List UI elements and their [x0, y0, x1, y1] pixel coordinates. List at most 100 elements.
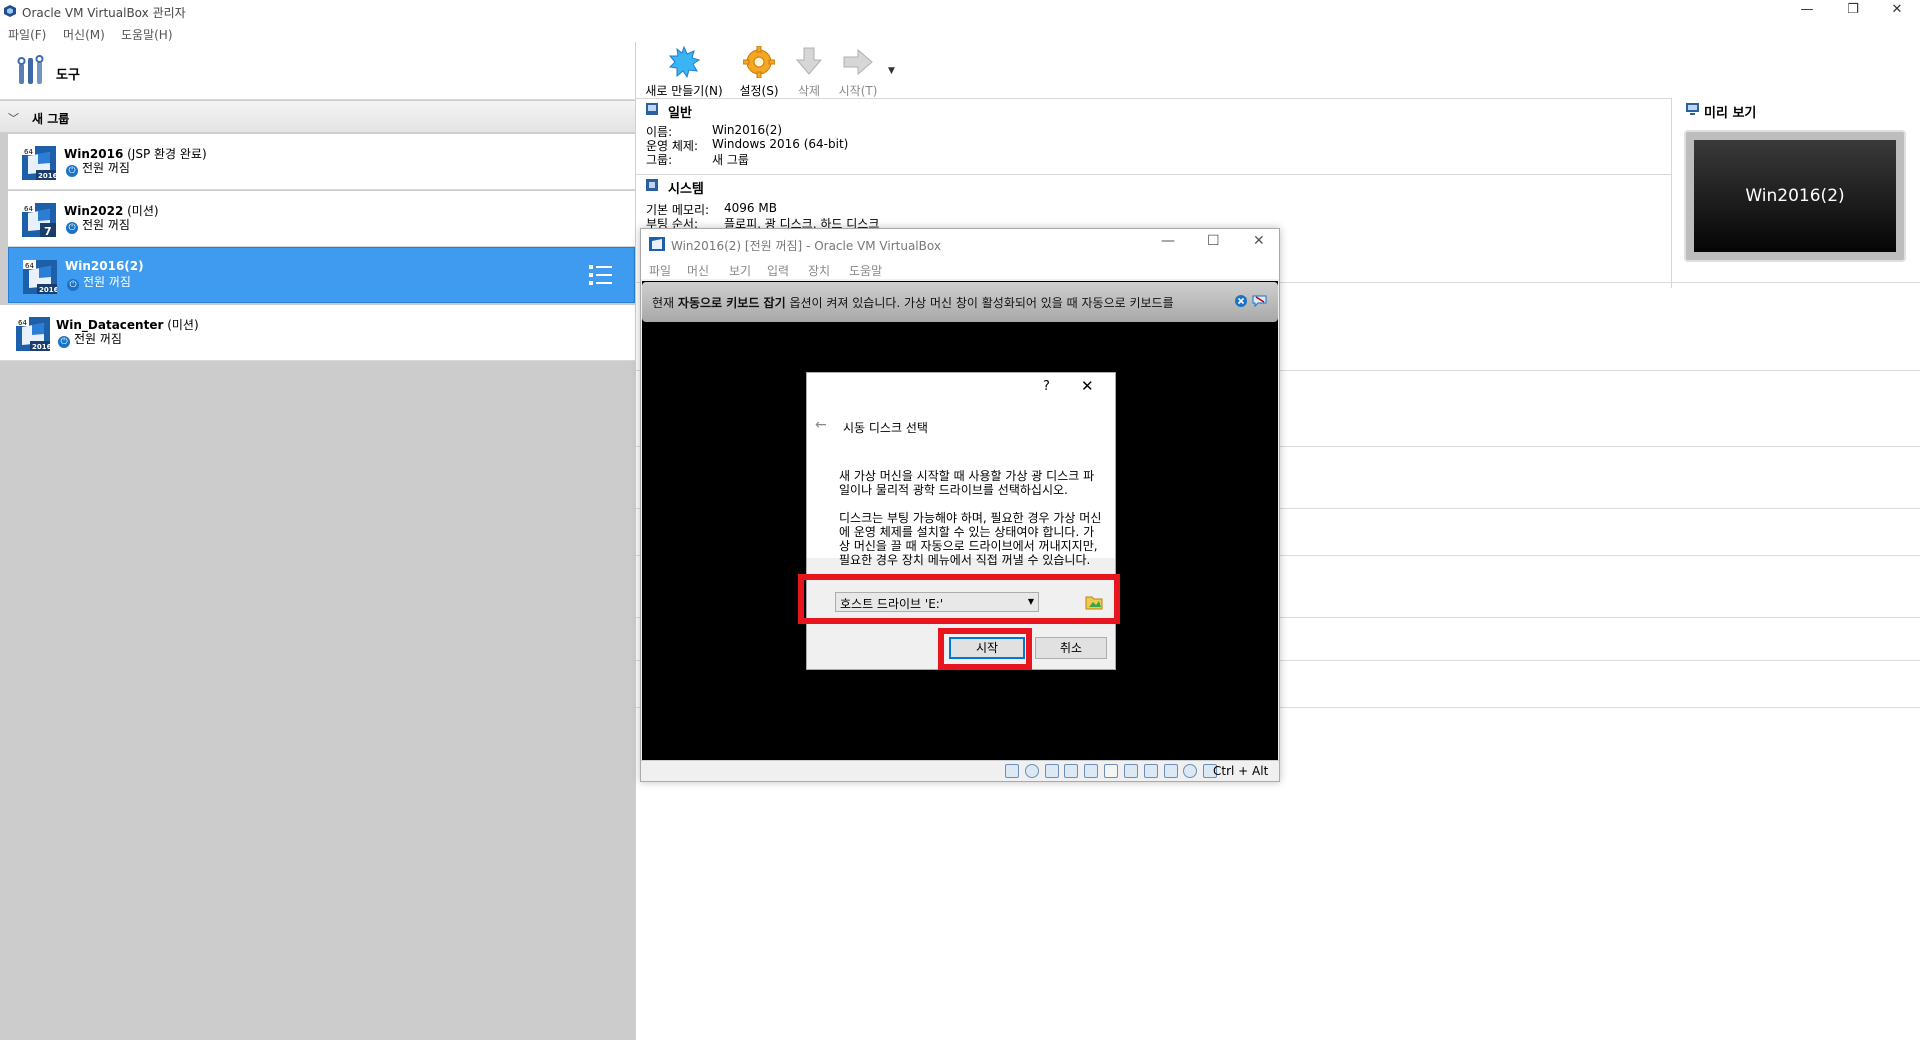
general-title: 일반	[668, 106, 692, 121]
highlight-disk-select-annotation	[798, 574, 1120, 624]
vm-menu-help[interactable]: 도움말	[849, 262, 882, 279]
delete-button[interactable]: 삭제	[792, 46, 826, 99]
vm-close-button[interactable]: ✕	[1253, 233, 1265, 249]
windows-os-icon: 64 2016	[23, 260, 57, 294]
svg-text:2016: 2016	[38, 172, 56, 180]
menu-file[interactable]: 파일(F)	[8, 26, 46, 43]
power-off-icon: ⏻	[66, 165, 78, 177]
dialog-cancel-button[interactable]: 취소	[1035, 637, 1107, 659]
display-icon[interactable]	[1123, 764, 1138, 778]
vm-state: ⏻ 전원 꺼짐	[66, 216, 130, 234]
arrow-right-icon	[843, 48, 873, 76]
vm-menu-input[interactable]: 입력	[767, 262, 789, 279]
help-button[interactable]: ?	[1043, 379, 1050, 394]
vm-minimize-button[interactable]: —	[1161, 233, 1175, 249]
new-vm-button[interactable]: 새로 만들기(N)	[642, 45, 726, 99]
restore-button[interactable]: ❐	[1830, 0, 1876, 22]
preview-screen-text: Win2016(2)	[1694, 140, 1896, 252]
dialog-paragraph-1: 새 가상 머신을 시작할 때 사용할 가상 광 디스크 파일이나 물리적 광학 …	[839, 469, 1095, 497]
vm-menu-view[interactable]: 보기	[729, 262, 751, 279]
network-icon[interactable]	[1064, 764, 1079, 778]
group-header[interactable]: ﹀ 새 그룹	[0, 101, 635, 133]
chevron-down-icon[interactable]: ﹀	[8, 110, 19, 126]
recording-icon[interactable]	[1143, 764, 1158, 778]
svg-text:64: 64	[24, 148, 33, 156]
vm-maximize-button[interactable]: ☐	[1207, 233, 1220, 249]
close-notice-icon[interactable]	[1234, 294, 1248, 308]
main-toolbar: 새로 만들기(N) 설정(S) 삭제 시작(T) ▼	[636, 42, 1920, 100]
window-title: Oracle VM VirtualBox 관리자	[22, 6, 186, 20]
system-chip-icon	[646, 179, 658, 191]
vm-name: Win2016(2)	[65, 259, 144, 273]
highlight-start-button-annotation	[938, 628, 1032, 670]
preview-title: 미리 보기	[1704, 106, 1757, 121]
gear-icon	[742, 45, 776, 79]
dialog-close-button[interactable]: ✕	[1081, 377, 1094, 395]
power-off-icon: ⏻	[58, 336, 70, 348]
cpu-icon[interactable]	[1163, 764, 1178, 778]
vm-list-item-selected[interactable]: 64 2016 Win2016(2) ⏻ 전원 꺼짐	[8, 247, 635, 303]
host-key-label[interactable]: Ctrl + Alt	[1213, 764, 1268, 778]
vm-window-title: Win2016(2) [전원 꺼짐] - Oracle VM VirtualBo…	[671, 239, 941, 253]
tools-label: 도구	[56, 68, 80, 83]
vm-menu-file[interactable]: 파일	[649, 262, 671, 279]
hard-disk-icon[interactable]	[1005, 764, 1019, 778]
back-arrow-icon[interactable]: ←	[815, 417, 827, 433]
vm-window-titlebar[interactable]: Win2016(2) [전원 꺼짐] - Oracle VM VirtualBo…	[641, 229, 1279, 259]
vm-state: ⏻ 전원 꺼짐	[66, 159, 130, 177]
vm-state: ⏻ 전원 꺼짐	[67, 273, 131, 291]
general-icon	[646, 103, 658, 115]
group-value: 새 그룹	[712, 153, 749, 167]
list-menu-icon[interactable]	[588, 262, 614, 288]
svg-text:2016: 2016	[32, 343, 50, 351]
menu-help[interactable]: 도움말(H)	[121, 26, 173, 43]
tools-item[interactable]: 도구	[0, 42, 635, 100]
dont-show-again-icon[interactable]	[1252, 294, 1268, 308]
dialog-title: 시동 디스크 선택	[843, 421, 928, 435]
notice-text: 현재 자동으로 키보드 잡기 옵션이 켜져 있습니다. 가상 머신 창이 활성화…	[652, 296, 1174, 310]
dialog-paragraph-2: 디스크는 부팅 가능해야 하며, 필요한 경우 가상 머신에 운영 체제를 설치…	[839, 511, 1102, 567]
svg-text:7: 7	[44, 225, 52, 237]
vm-list-item[interactable]: 64 7 Win2022 (미션) ⏻ 전원 꺼짐	[8, 191, 635, 247]
start-dropdown-arrow-icon[interactable]: ▼	[888, 66, 895, 76]
vm-statusbar: Ctrl + Alt	[641, 760, 1279, 781]
power-off-icon: ⏻	[67, 279, 79, 291]
vm-menubar: 파일 머신 보기 입력 장치 도움말	[641, 259, 1279, 279]
vm-menu-devices[interactable]: 장치	[808, 262, 830, 279]
vm-list-item[interactable]: 64 2016 Win_Datacenter (미션) ⏻ 전원 꺼짐	[0, 305, 635, 361]
memory-value: 4096 MB	[724, 201, 777, 215]
usb-icon[interactable]	[1084, 764, 1099, 778]
general-section: 일반 이름: Win2016(2) 운영 체제: Windows 2016 (6…	[636, 98, 1671, 174]
vm-menu-machine[interactable]: 머신	[687, 262, 709, 279]
boot-disk-dialog[interactable]: ? ✕ ← 시동 디스크 선택 새 가상 머신을 시작할 때 사용할 가상 광 …	[806, 372, 1116, 670]
optical-disk-icon[interactable]	[1024, 764, 1039, 778]
name-value: Win2016(2)	[712, 123, 783, 137]
svg-text:64: 64	[25, 262, 34, 270]
svg-text:64: 64	[24, 205, 33, 213]
shared-folder-icon[interactable]	[1104, 764, 1119, 778]
minimize-button[interactable]: —	[1784, 0, 1830, 22]
svg-text:64: 64	[18, 319, 27, 327]
start-button[interactable]: 시작(T)	[836, 46, 880, 99]
keyboard-capture-notice: 현재 자동으로 키보드 잡기 옵션이 켜져 있습니다. 가상 머신 창이 활성화…	[642, 282, 1278, 322]
preview-section: 미리 보기 Win2016(2)	[1671, 98, 1920, 288]
close-button[interactable]: ✕	[1874, 0, 1920, 22]
power-off-icon: ⏻	[66, 222, 78, 234]
system-title: 시스템	[668, 182, 704, 197]
group-label: 새 그룹	[32, 112, 70, 126]
main-titlebar: Oracle VM VirtualBox 관리자 — ❐ ✕	[0, 0, 1920, 22]
audio-icon[interactable]	[1044, 764, 1059, 778]
vm-list-pane: 도구 ﹀ 새 그룹 64 2016 Win2016 (JSP 환경 완료) ⏻ 전…	[0, 42, 635, 1040]
tools-icon	[17, 55, 44, 84]
mouse-integration-icon[interactable]	[1183, 764, 1198, 778]
windows-os-icon: 64 7	[22, 203, 56, 237]
monitor-icon	[1686, 103, 1699, 115]
menu-machine[interactable]: 머신(M)	[63, 26, 105, 43]
new-starburst-icon	[668, 45, 701, 79]
os-value: Windows 2016 (64-bit)	[712, 137, 849, 151]
windows-os-icon: 64 2016	[22, 146, 56, 180]
arrow-down-icon	[795, 47, 823, 75]
settings-button[interactable]: 설정(S)	[736, 45, 782, 99]
windows-os-icon: 64 2016	[16, 317, 50, 351]
vm-list-item[interactable]: 64 2016 Win2016 (JSP 환경 완료) ⏻ 전원 꺼짐	[8, 134, 635, 190]
